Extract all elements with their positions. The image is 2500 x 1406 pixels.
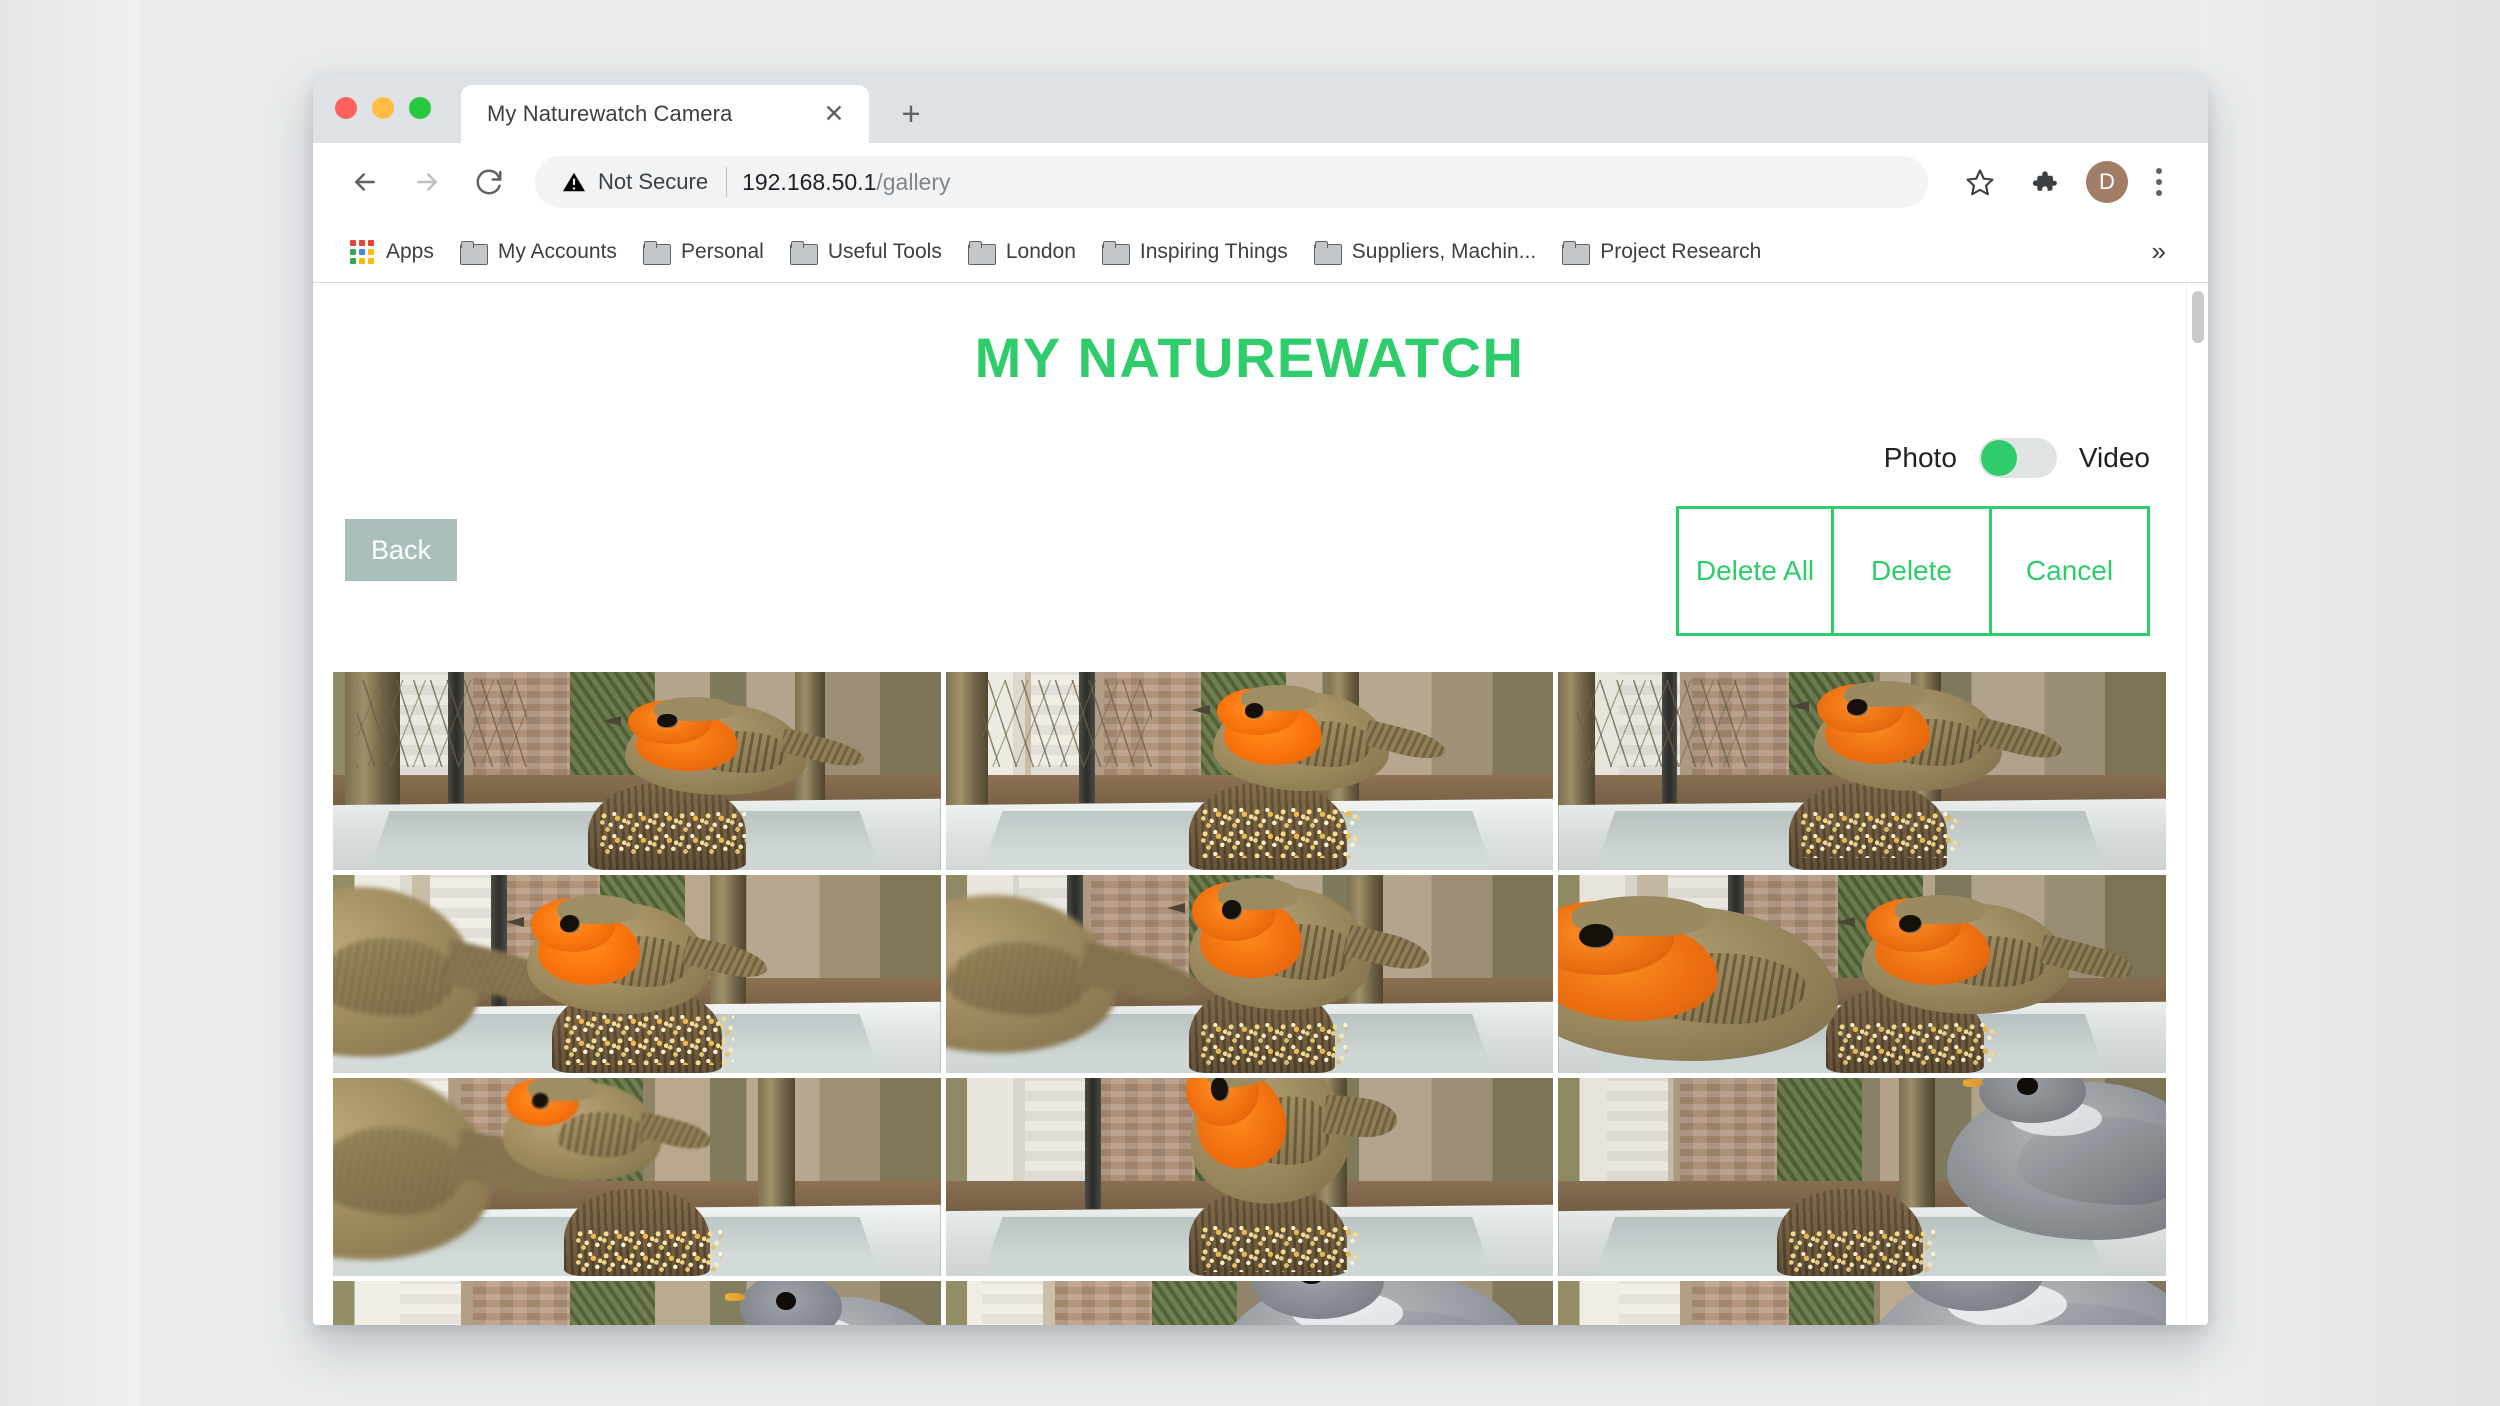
gallery-thumbnail[interactable] [945, 875, 1554, 1073]
browser-tab[interactable]: My Naturewatch Camera ✕ [461, 85, 869, 143]
new-tab-button[interactable]: + [891, 93, 931, 133]
url-host: 192.168.50.1 [742, 168, 877, 195]
bookmark-label: Apps [386, 239, 434, 263]
profile-avatar[interactable]: D [2086, 161, 2128, 203]
bookmark-label: Personal [680, 239, 764, 263]
toggle-knob [1980, 440, 2017, 476]
back-button[interactable]: Back [345, 519, 458, 581]
gallery-thumbnail[interactable] [1558, 1078, 2166, 1276]
omnibox-divider [726, 167, 728, 197]
reload-icon[interactable] [463, 156, 515, 208]
delete-all-button[interactable]: Delete All [1676, 506, 1834, 636]
bookmark-item-useful-tools[interactable]: Useful Tools [777, 234, 955, 270]
maximize-window-button[interactable] [409, 97, 431, 119]
address-bar[interactable]: Not Secure 192.168.50.1/gallery [535, 156, 1928, 208]
bookmark-item-my-accounts[interactable]: My Accounts [447, 234, 630, 270]
naturewatch-gallery-page: MY NATUREWATCH Photo Video Back Delete A… [313, 283, 2186, 1325]
bookmark-item-project-research[interactable]: Project Research [1549, 234, 1774, 270]
security-indicator[interactable]: Not Secure [561, 169, 708, 195]
back-navigation-icon[interactable] [339, 156, 391, 208]
puzzle-icon[interactable] [2018, 156, 2070, 208]
delete-button[interactable]: Delete [1834, 506, 1992, 636]
star-icon[interactable] [1954, 156, 2006, 208]
folder-icon [1313, 240, 1342, 265]
cancel-button[interactable]: Cancel [1992, 506, 2150, 636]
folder-icon [967, 240, 996, 265]
page-title: MY NATUREWATCH [974, 326, 1525, 389]
delete-button-group: Delete All Delete Cancel [1676, 506, 2150, 636]
security-label: Not Secure [598, 169, 709, 194]
minimize-window-button[interactable] [372, 97, 394, 119]
browser-window: My Naturewatch Camera ✕ + Not Secure 192… [313, 75, 2208, 1325]
action-row: Back Delete All Delete Cancel [331, 506, 2168, 636]
bookmark-label: London [1005, 239, 1076, 263]
bookmark-label: Useful Tools [827, 239, 942, 263]
gallery-thumbnail[interactable] [1558, 672, 2166, 870]
page-viewport: MY NATUREWATCH Photo Video Back Delete A… [313, 283, 2208, 1325]
toggle-label-video: Video [2078, 442, 2150, 473]
gallery-thumbnail[interactable] [333, 672, 941, 870]
warning-triangle-icon [562, 172, 586, 192]
gallery-thumbnail[interactable] [945, 1281, 1554, 1325]
url-path: /gallery [876, 168, 951, 195]
gallery-thumbnail[interactable] [333, 875, 941, 1073]
folder-icon [1562, 240, 1591, 265]
bookmark-apps[interactable]: Apps [337, 234, 447, 270]
mode-toggle-row: Photo Video [331, 438, 2168, 478]
bookmark-label: My Accounts [497, 239, 617, 263]
gallery-thumbnail[interactable] [945, 1078, 1554, 1276]
bookmark-item-personal[interactable]: Personal [630, 234, 777, 270]
gallery-thumbnail[interactable] [1558, 1281, 2166, 1325]
gallery-thumbnail[interactable] [333, 1078, 941, 1276]
bookmark-label: Project Research [1600, 239, 1762, 263]
photo-video-toggle[interactable] [1978, 438, 2057, 478]
kebab-menu-icon[interactable] [2136, 156, 2182, 208]
close-window-button[interactable] [335, 97, 357, 119]
page-scrollbar[interactable] [2186, 283, 2208, 1325]
bookmark-item-suppliers[interactable]: Suppliers, Machin... [1301, 234, 1549, 270]
folder-icon [459, 240, 488, 265]
folder-icon [1101, 240, 1130, 265]
tab-strip: My Naturewatch Camera ✕ + [313, 75, 2208, 143]
photo-grid [331, 672, 2168, 1325]
gallery-thumbnail[interactable] [1558, 875, 2166, 1073]
folder-icon [789, 240, 818, 265]
bookmark-label: Inspiring Things [1139, 239, 1288, 263]
url-text: 192.168.50.1/gallery [742, 169, 1912, 196]
bookmark-label: Suppliers, Machin... [1351, 239, 1537, 263]
close-tab-icon[interactable]: ✕ [817, 97, 851, 131]
browser-toolbar: Not Secure 192.168.50.1/gallery D [313, 143, 2208, 221]
gallery-thumbnail[interactable] [333, 1281, 941, 1325]
forward-navigation-icon[interactable] [401, 156, 453, 208]
bookmarks-overflow-button[interactable]: » [2134, 236, 2184, 267]
apps-grid-icon [350, 239, 374, 264]
bookmark-item-london[interactable]: London [955, 234, 1089, 270]
toggle-label-photo: Photo [1883, 442, 1957, 473]
tab-title: My Naturewatch Camera [487, 101, 733, 126]
gallery-thumbnail[interactable] [945, 672, 1554, 870]
folder-icon [642, 240, 671, 265]
scrollbar-thumb[interactable] [2192, 291, 2204, 343]
window-controls [335, 75, 431, 143]
bookmarks-bar: Apps My Accounts Personal Useful Tools L… [313, 221, 2208, 283]
bookmark-item-inspiring-things[interactable]: Inspiring Things [1089, 234, 1301, 270]
